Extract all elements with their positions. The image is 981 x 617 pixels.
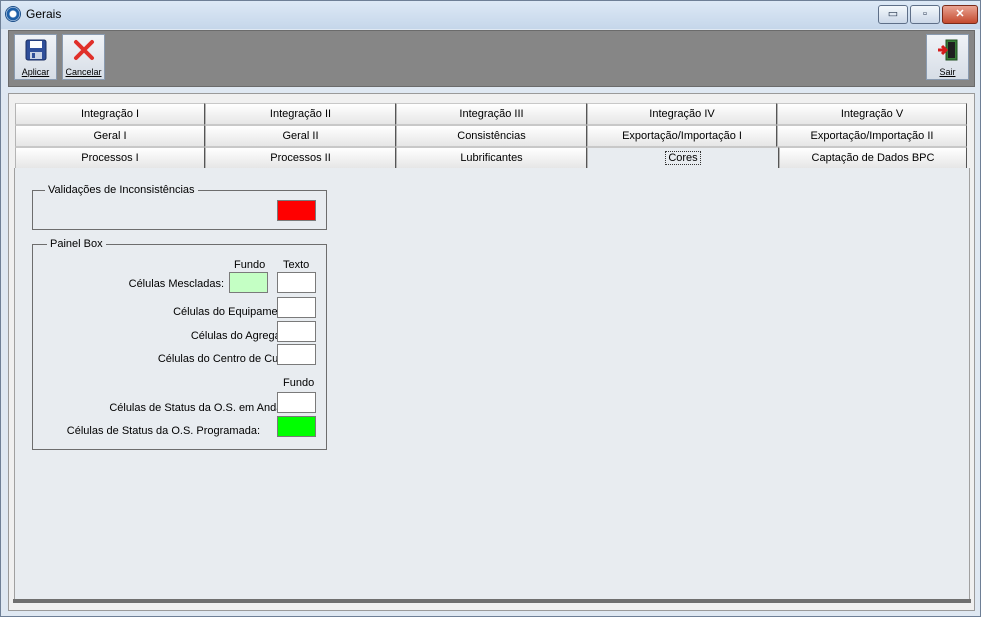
painel-box-title: Painel Box <box>47 238 106 250</box>
tab-processos-1[interactable]: Processos I <box>15 147 205 169</box>
celulas-mescladas-fundo-swatch[interactable] <box>229 272 268 293</box>
toolbar: Aplicar Cancelar Sair <box>8 30 975 87</box>
minimize-button[interactable]: ▭ <box>878 5 908 24</box>
status-andamento-fundo-swatch[interactable] <box>277 392 316 413</box>
celulas-mescladas-label: Células Mescladas: <box>128 278 224 290</box>
validacoes-group: Validações de Inconsistências <box>32 184 327 230</box>
celulas-equipamento-texto-swatch[interactable] <box>277 297 316 318</box>
tab-geral-1[interactable]: Geral I <box>15 125 205 147</box>
tab-integracao-4[interactable]: Integração IV <box>587 103 777 125</box>
tab-exportacao-2[interactable]: Exportação/Importação II <box>777 125 967 147</box>
status-programada-label: Células de Status da O.S. Programada: <box>66 425 260 437</box>
celulas-mescladas-texto-swatch[interactable] <box>277 272 316 293</box>
tab-cores-label: Cores <box>665 151 701 165</box>
tab-consistencias[interactable]: Consistências <box>396 125 587 147</box>
status-programada-fundo-swatch[interactable] <box>277 416 316 437</box>
tab-integracao-2[interactable]: Integração II <box>205 103 396 125</box>
tab-integracao-1[interactable]: Integração I <box>15 103 205 125</box>
status-fundo-header: Fundo <box>283 377 315 389</box>
celulas-agregado-texto-swatch[interactable] <box>277 321 316 342</box>
texto-column-header: Texto <box>283 259 310 271</box>
tab-exportacao-1[interactable]: Exportação/Importação I <box>587 125 777 147</box>
cancel-x-icon <box>74 40 94 60</box>
title-bar: Gerais ▭ ▫ ✕ <box>1 1 980 29</box>
celulas-centro-custo-texto-swatch[interactable] <box>277 344 316 365</box>
tab-geral-2[interactable]: Geral II <box>205 125 396 147</box>
save-icon <box>25 39 47 61</box>
tab-lubrificantes[interactable]: Lubrificantes <box>396 147 587 169</box>
window: Gerais ▭ ▫ ✕ Aplicar Cancelar Sair Integ… <box>0 0 981 617</box>
cancel-button[interactable]: Cancelar <box>62 34 105 80</box>
bottom-divider <box>13 599 971 603</box>
exit-button[interactable]: Sair <box>926 34 969 80</box>
tab-captacao-bpc[interactable]: Captação de Dados BPC <box>779 147 967 169</box>
apply-button[interactable]: Aplicar <box>14 34 57 80</box>
tab-row-1: Integração I Integração II Integração II… <box>8 103 967 125</box>
painel-box-group: Painel Box Fundo Texto Células Mescladas… <box>32 238 327 450</box>
fundo-column-header: Fundo <box>234 259 266 271</box>
tab-integracao-5[interactable]: Integração V <box>777 103 967 125</box>
exit-door-icon <box>938 39 958 61</box>
validacoes-title: Validações de Inconsistências <box>45 184 198 196</box>
app-icon <box>5 6 21 22</box>
tab-cores[interactable]: Cores <box>587 147 779 170</box>
cancel-label: Cancelar <box>65 67 102 77</box>
exit-label: Sair <box>939 67 956 77</box>
window-title: Gerais <box>26 7 62 21</box>
validacoes-color-swatch[interactable] <box>277 200 316 221</box>
tab-row-3: Processos I Processos II Lubrificantes C… <box>8 147 967 170</box>
tab-row-2: Geral I Geral II Consistências Exportaçã… <box>8 125 967 147</box>
celulas-centro-custo-label: Células do Centro de Custo: <box>157 353 296 365</box>
maximize-button[interactable]: ▫ <box>910 5 940 24</box>
tab-processos-2[interactable]: Processos II <box>205 147 396 169</box>
tab-integracao-3[interactable]: Integração III <box>396 103 587 125</box>
apply-label: Aplicar <box>21 67 50 77</box>
close-button[interactable]: ✕ <box>942 5 978 24</box>
